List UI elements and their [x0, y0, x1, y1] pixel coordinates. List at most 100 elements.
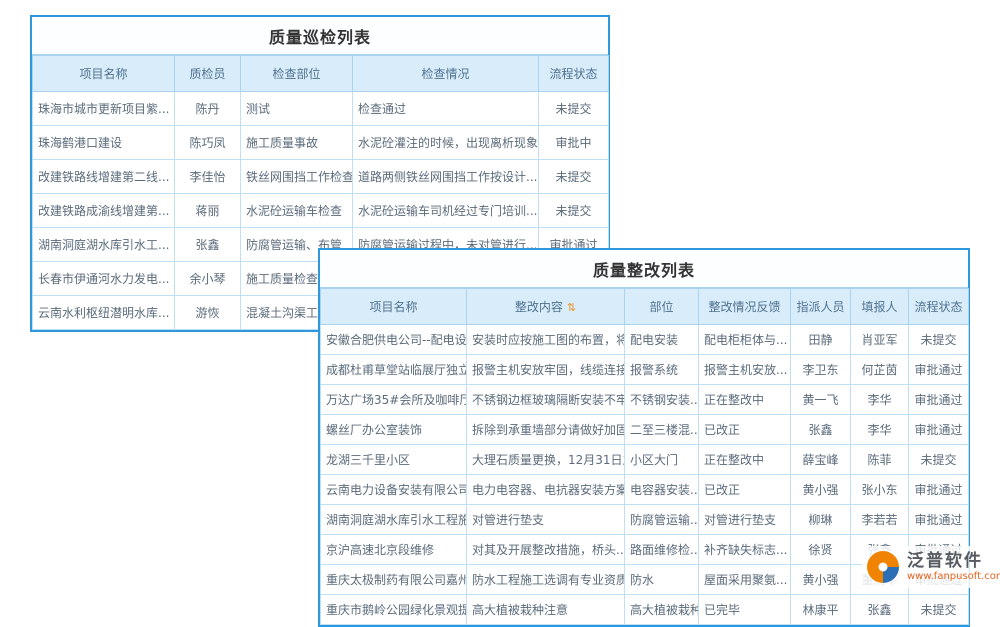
project-name-link[interactable]: 重庆市鹅岭公园绿化景观提升... — [321, 595, 467, 625]
patrol-table-row: 珠海鹤港口建设陈巧凤施工质量事故水泥砼灌注的时候，出现离析现象审批中 — [33, 126, 609, 160]
patrol-table-title: 质量巡检列表 — [32, 17, 608, 55]
rectify-content: 大理石质量更换，12月31日之... — [467, 445, 625, 475]
column-header: 质检员 — [175, 56, 241, 92]
project-name-link[interactable]: 湖南洞庭湖水库引水工... — [33, 228, 175, 262]
project-name-link[interactable]: 云南电力设备安装有限公司20... — [321, 475, 467, 505]
rectify-table-row: 螺丝厂办公室装饰拆除到承重墙部分请做好加固...二至三楼混...已改正张鑫李华审… — [321, 415, 969, 445]
column-header: 检查情况 — [353, 56, 539, 92]
inspector-name: 余小琴 — [175, 262, 241, 296]
workflow-status-badge: 未提交 — [539, 160, 609, 194]
column-header: 检查部位 — [241, 56, 353, 92]
reporter-name: 李华 — [851, 415, 909, 445]
fanpu-logo-icon — [865, 549, 901, 585]
rectify-header-row: 项目名称整改内容⇅部位整改情况反馈指派人员填报人流程状态 — [321, 289, 969, 325]
workflow-status-badge: 未提交 — [539, 194, 609, 228]
column-header: 整改情况反馈 — [699, 289, 791, 325]
patrol-table-row: 改建铁路成渝线增建第...蒋丽水泥砼运输车检查水泥砼运输车司机经过专门培训...… — [33, 194, 609, 228]
rectify-feedback: 正在整改中 — [699, 385, 791, 415]
rectify-part: 配电安装 — [625, 325, 699, 355]
rectify-table-row: 成都杜甫草堂站临展厅独立展...报警主机安放牢固，线缆连接...报警系统报警主机… — [321, 355, 969, 385]
rectify-table-row: 云南电力设备安装有限公司20...电力电容器、电抗器安装方案,...电容器安装.… — [321, 475, 969, 505]
inspector-name: 李佳怡 — [175, 160, 241, 194]
project-name-link[interactable]: 珠海市城市更新项目紫... — [33, 92, 175, 126]
workflow-status-badge: 审批通过 — [909, 475, 969, 505]
assignee-name: 黄小强 — [791, 475, 851, 505]
fanpu-logo: 泛普软件 www.fanpusoft.com — [862, 546, 1000, 588]
rectify-feedback: 已改正 — [699, 475, 791, 505]
rectify-part: 报警系统 — [625, 355, 699, 385]
inspection-part: 铁丝网围挡工作检查 — [241, 160, 353, 194]
project-name-link[interactable]: 改建铁路线增建第二线... — [33, 160, 175, 194]
page: { "colors": { "accent_blue": "#2e97dd", … — [0, 0, 1000, 600]
rectify-content: 对其及开展整改措施，桥头... — [467, 535, 625, 565]
inspection-situation: 道路两侧铁丝网围挡工作按设计... — [353, 160, 539, 194]
inspection-situation: 水泥砼灌注的时候，出现离析现象 — [353, 126, 539, 160]
reporter-name: 何芷茵 — [851, 355, 909, 385]
assignee-name: 林康平 — [791, 595, 851, 625]
rectify-part: 防水 — [625, 565, 699, 595]
rectify-part: 防腐管运输... — [625, 505, 699, 535]
patrol-header-row: 项目名称质检员检查部位检查情况流程状态 — [33, 56, 609, 92]
project-name-link[interactable]: 龙湖三千里小区 — [321, 445, 467, 475]
rectify-table-title: 质量整改列表 — [320, 250, 968, 288]
inspection-part: 施工质量事故 — [241, 126, 353, 160]
column-header: 项目名称 — [33, 56, 175, 92]
project-name-link[interactable]: 珠海鹤港口建设 — [33, 126, 175, 160]
rectify-table-row: 万达广场35#会所及咖啡厅空...不锈钢边框玻璃隔断安装不牢...不锈钢安装..… — [321, 385, 969, 415]
rectify-feedback: 已改正 — [699, 415, 791, 445]
inspector-name: 张鑫 — [175, 228, 241, 262]
rectify-feedback: 对管进行垫支 — [699, 505, 791, 535]
inspection-situation: 检查通过 — [353, 92, 539, 126]
reporter-name: 肖亚军 — [851, 325, 909, 355]
rectify-feedback: 报警主机安放... — [699, 355, 791, 385]
reporter-name: 李若若 — [851, 505, 909, 535]
brand-text: 泛普软件 www.fanpusoft.com — [907, 552, 1000, 583]
rectify-feedback: 配电柜柜体与... — [699, 325, 791, 355]
column-header: 部位 — [625, 289, 699, 325]
sort-icon[interactable]: ⇅ — [567, 301, 576, 314]
workflow-status-badge: 未提交 — [909, 325, 969, 355]
project-name-link[interactable]: 重庆太极制药有限公司嘉州中... — [321, 565, 467, 595]
patrol-table-row: 改建铁路线增建第二线...李佳怡铁丝网围挡工作检查道路两侧铁丝网围挡工作按设计.… — [33, 160, 609, 194]
rectify-table-row: 安徽合肥供电公司--配电设备...安装时应按施工图的布置，将...配电安装配电柜… — [321, 325, 969, 355]
workflow-status-badge: 未提交 — [909, 595, 969, 625]
rectify-part: 小区大门 — [625, 445, 699, 475]
project-name-link[interactable]: 安徽合肥供电公司--配电设备... — [321, 325, 467, 355]
project-name-link[interactable]: 云南水利枢纽潜明水库... — [33, 296, 175, 330]
project-name-link[interactable]: 湖南洞庭湖水库引水工程施工... — [321, 505, 467, 535]
project-name-link[interactable]: 京沪高速北京段维修 — [321, 535, 467, 565]
inspector-name: 蒋丽 — [175, 194, 241, 228]
rectify-content: 不锈钢边框玻璃隔断安装不牢... — [467, 385, 625, 415]
rectify-table-row: 湖南洞庭湖水库引水工程施工...对管进行垫支防腐管运输...对管进行垫支柳琳李若… — [321, 505, 969, 535]
rectify-feedback: 正在整改中 — [699, 445, 791, 475]
inspector-name: 陈丹 — [175, 92, 241, 126]
rectify-content: 防水工程施工选调有专业资质... — [467, 565, 625, 595]
rectify-table-row: 龙湖三千里小区大理石质量更换，12月31日之...小区大门正在整改中薛宝峰陈菲未… — [321, 445, 969, 475]
reporter-name: 陈菲 — [851, 445, 909, 475]
reporter-name: 李华 — [851, 385, 909, 415]
column-header: 项目名称 — [321, 289, 467, 325]
column-header: 流程状态 — [909, 289, 969, 325]
rectify-part: 路面维修检... — [625, 535, 699, 565]
project-name-link[interactable]: 成都杜甫草堂站临展厅独立展... — [321, 355, 467, 385]
column-header: 填报人 — [851, 289, 909, 325]
project-name-link[interactable]: 改建铁路成渝线增建第... — [33, 194, 175, 228]
inspection-part: 测试 — [241, 92, 353, 126]
assignee-name: 徐贤 — [791, 535, 851, 565]
project-name-link[interactable]: 长春市伊通河水力发电... — [33, 262, 175, 296]
assignee-name: 李卫东 — [791, 355, 851, 385]
project-name-link[interactable]: 万达广场35#会所及咖啡厅空... — [321, 385, 467, 415]
column-header-sortable[interactable]: 整改内容⇅ — [467, 289, 625, 325]
assignee-name: 黄小强 — [791, 565, 851, 595]
rectify-part: 二至三楼混... — [625, 415, 699, 445]
project-name-link[interactable]: 螺丝厂办公室装饰 — [321, 415, 467, 445]
rectify-feedback: 补齐缺失标志... — [699, 535, 791, 565]
assignee-name: 田静 — [791, 325, 851, 355]
rectify-table-row: 重庆市鹅岭公园绿化景观提升...高大植被栽种注意高大植被栽种已完毕林康平张鑫未提… — [321, 595, 969, 625]
workflow-status-badge: 未提交 — [909, 445, 969, 475]
column-header: 流程状态 — [539, 56, 609, 92]
workflow-status-badge: 未提交 — [539, 92, 609, 126]
rectify-content: 拆除到承重墙部分请做好加固... — [467, 415, 625, 445]
patrol-table-row: 珠海市城市更新项目紫...陈丹测试检查通过未提交 — [33, 92, 609, 126]
workflow-status-badge: 审批通过 — [909, 385, 969, 415]
